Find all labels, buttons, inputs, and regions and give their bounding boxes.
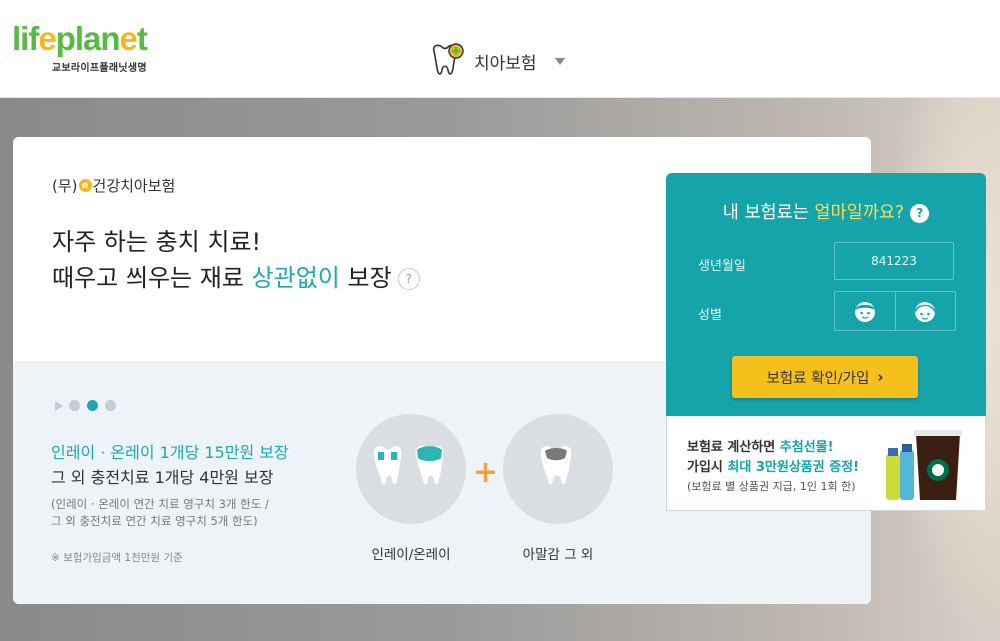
inlay-illustration: [356, 414, 466, 524]
chevron-down-icon: [554, 57, 565, 65]
logo[interactable]: lifeplanet 교보라이프플래닛생명: [12, 20, 148, 74]
tooth-inlay-icon: [373, 446, 444, 485]
chevron-right-icon: ›: [877, 368, 884, 386]
headline: 자주 하는 충치 치료! 때우고 씌우는 재료 상관없이 보장?: [52, 224, 420, 296]
amalgam-illustration: [503, 414, 613, 524]
tooth-amalgam-icon: [540, 446, 572, 485]
play-icon[interactable]: [55, 400, 63, 411]
promo-line3: (보험료 별 상품권 지급, 1인 1회 한): [687, 480, 856, 493]
quote-title: 내 보험료는 얼마일까요??: [666, 199, 986, 224]
plus-sign: +: [473, 455, 499, 490]
birth-date-input[interactable]: [834, 242, 954, 280]
gender-selector: [834, 291, 956, 331]
product-dropdown[interactable]: 치아보험: [428, 42, 565, 80]
gender-label: 성별: [698, 308, 722, 323]
slide-dot-active[interactable]: [87, 400, 98, 411]
e-badge-icon: e: [78, 179, 92, 192]
check-premium-button[interactable]: 보험료 확인/가입 ›: [732, 356, 918, 398]
headline-line1: 자주 하는 충치 치료!: [52, 228, 262, 256]
gift-products-image: [886, 430, 962, 500]
gender-male-button[interactable]: [835, 292, 895, 330]
promo-line1: 보험료 계산하면 추첨선물!: [687, 440, 834, 455]
caption-inlay: 인레이/온레이: [371, 547, 451, 563]
cta-label: 보험료 확인/가입: [766, 370, 870, 387]
caption-amalgam: 아말감 그 외: [522, 547, 594, 563]
tooth-plus-icon: [428, 42, 466, 80]
help-icon[interactable]: ?: [910, 203, 930, 223]
female-face-icon: [915, 302, 936, 322]
product-label: (무) e 건강치아보험: [52, 175, 175, 196]
promo-line2: 가입시 최대 3만원상품권 증정!: [687, 460, 860, 475]
male-face-icon: [854, 302, 875, 322]
note-line2: 그 외 충전치료 연간 치료 영구치 5개 한도): [51, 514, 258, 528]
slider-controls: [55, 400, 123, 411]
benefit-summary: 인레이 · 온레이 1개당 15만원 보장 그 외 충전치료 1개당 4만원 보…: [51, 440, 289, 490]
benefit-line1: 인레이 · 온레이 1개당 15만원 보장: [51, 443, 289, 462]
product-name: 건강치아보험: [92, 177, 176, 195]
note-line1: (인레이 · 온레이 연간 치료 영구치 3개 한도 /: [51, 497, 269, 511]
quote-panel: 내 보험료는 얼마일까요?? 생년월일 성별 보험료 확인/가입 ›: [666, 173, 986, 416]
product-prefix: (무): [52, 177, 78, 195]
slide-dot[interactable]: [105, 400, 116, 411]
promo-banner[interactable]: 보험료 계산하면 추첨선물! 가입시 최대 3만원상품권 증정! (보험료 별 …: [666, 416, 986, 511]
headline-line2: 때우고 씌우는 재료 상관없이 보장?: [52, 260, 420, 296]
gender-female-button[interactable]: [894, 292, 956, 330]
help-icon[interactable]: ?: [397, 268, 420, 290]
benefit-line2: 그 외 충전치료 1개당 4만원 보장: [51, 468, 274, 487]
logo-wordmark: lifeplanet: [12, 20, 148, 57]
slide-dot[interactable]: [69, 400, 80, 411]
site-header: lifeplanet 교보라이프플래닛생명 치아보험: [0, 0, 1000, 98]
birth-label: 생년월일: [698, 259, 746, 274]
product-dropdown-label: 치아보험: [474, 53, 537, 74]
benefit-note: (인레이 · 온레이 연간 치료 영구치 3개 한도 / 그 외 충전치료 연간…: [51, 496, 269, 530]
footnote: ※ 보험가입금액 1천만원 기준: [51, 552, 183, 564]
logo-subtitle: 교보라이프플래닛생명: [51, 63, 147, 74]
